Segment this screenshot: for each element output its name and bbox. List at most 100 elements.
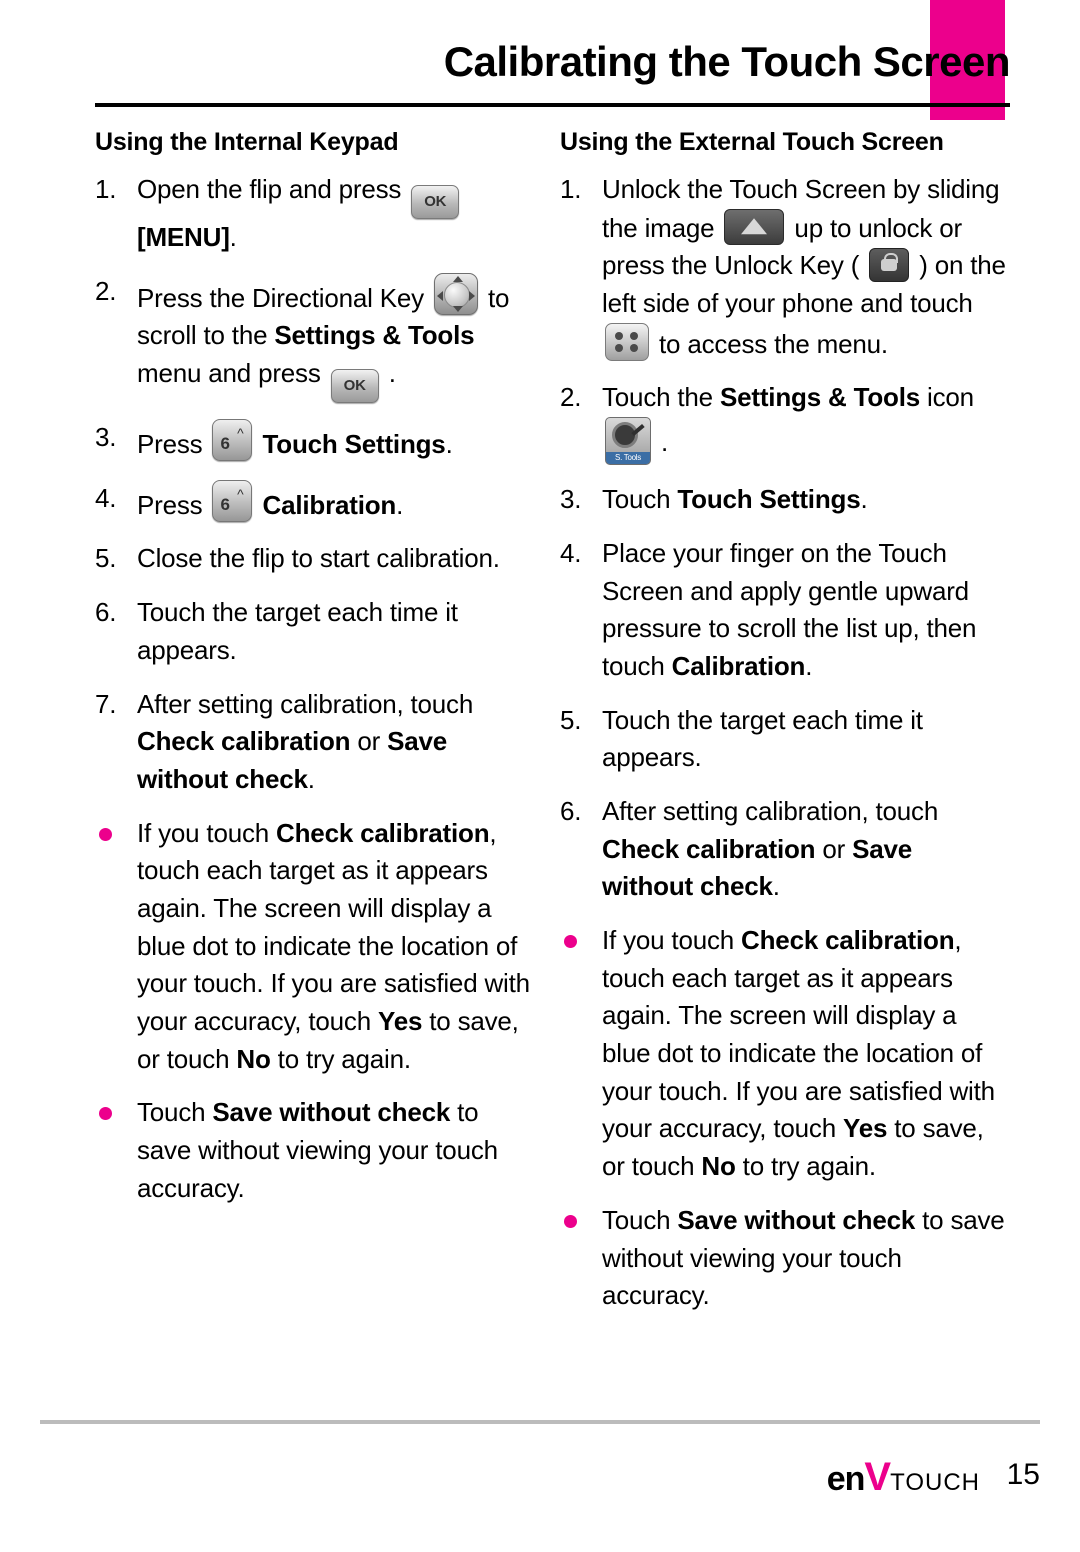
body-text: .: [307, 763, 315, 794]
emphasis-text: Calibration: [262, 489, 397, 520]
brand-logo: enVTOUCH: [827, 1455, 980, 1500]
body-text: .: [396, 489, 404, 520]
step-number: 2.: [560, 382, 582, 413]
emphasis-text: Check calibration: [741, 925, 955, 955]
body-text: Press: [137, 429, 210, 460]
emphasis-text: Save without check: [212, 1097, 451, 1128]
body-text: [255, 490, 262, 520]
ok-key-icon: OK: [411, 185, 460, 219]
body-text: icon: [919, 382, 974, 413]
step-number: 6.: [560, 795, 582, 826]
emphasis-text: Check calibration: [602, 833, 816, 864]
numbered-step: 6. Touch the target each time it appears.: [95, 594, 535, 669]
body-text: If you touch: [137, 817, 277, 848]
emphasis-text: Yes: [843, 1113, 888, 1144]
body-text: [255, 429, 262, 459]
manual-page: Calibrating the Touch Screen Using the I…: [0, 0, 1080, 1552]
slider-up-arrow-icon: [724, 208, 785, 245]
body-text: After setting calibration, touch: [602, 795, 939, 826]
body-text: Touch the: [602, 382, 720, 413]
step-number: 5.: [95, 543, 117, 574]
body-text: Open the flip and press: [137, 174, 409, 204]
body-text: If you touch: [602, 925, 742, 955]
body-text: to try again.: [270, 1043, 411, 1074]
footer-divider: [40, 1420, 1040, 1424]
body-text: .: [229, 222, 237, 252]
emphasis-text: Check calibration: [137, 726, 351, 757]
right-section-heading: Using the External Touch Screen: [560, 128, 944, 156]
number-6-key-icon: 6 ^: [212, 479, 253, 522]
body-text: .: [654, 427, 669, 458]
bullet-item: If you touch Check calibration, touch ea…: [95, 815, 535, 1079]
body-text: .: [445, 429, 453, 460]
left-bullet-list: If you touch Check calibration, touch ea…: [95, 815, 535, 1208]
page-title: Calibrating the Touch Screen: [443, 38, 1011, 85]
bullet-dot-icon: [564, 935, 577, 948]
bullet-item: If you touch Check calibration, touch ea…: [560, 922, 1010, 1186]
emphasis-text: Settings & Tools: [274, 320, 475, 351]
emphasis-text: Settings & Tools: [719, 382, 920, 413]
step-number: 6.: [95, 597, 117, 628]
brand-part1: en: [826, 1460, 866, 1498]
body-text: Touch: [137, 1097, 213, 1128]
step-number: 4.: [95, 482, 117, 513]
menu-grid-icon: [605, 322, 649, 361]
emphasis-text: Check calibration: [276, 817, 490, 848]
body-text: to try again.: [735, 1151, 876, 1182]
bullet-dot-icon: [99, 1107, 112, 1121]
body-text: , touch each target as it appears again.…: [137, 817, 530, 1036]
bullet-dot-icon: [99, 827, 112, 841]
numbered-step: 1. Open the flip and press OK [MENU].: [95, 171, 535, 257]
step-number: 1.: [560, 174, 582, 204]
step-number: 3.: [560, 484, 582, 515]
step-number: 1.: [95, 174, 117, 204]
body-text: After setting calibration, touch: [137, 688, 474, 719]
step-number: 2.: [95, 275, 117, 306]
numbered-step: 4. Press 6 ^ Calibration.: [95, 479, 535, 525]
bullet-item: Touch Save without check to save without…: [560, 1202, 1010, 1315]
body-text: Press: [137, 489, 210, 520]
body-text: Touch: [602, 1204, 678, 1235]
numbered-step: 5. Close the flip to start calibration.: [95, 540, 535, 578]
numbered-step: 3. Press 6 ^ Touch Settings.: [95, 419, 535, 464]
numbered-step: 5. Touch the target each time it appears.: [560, 702, 1010, 777]
body-text: or: [815, 833, 853, 864]
body-text: .: [860, 484, 868, 515]
body-text: or: [350, 726, 388, 757]
numbered-step: 2. Press the Directional Key to scroll to…: [95, 272, 535, 404]
emphasis-text: Touch Settings: [677, 484, 861, 515]
body-text: Press the Directional Key: [137, 282, 431, 313]
right-step-list: 1. Unlock the Touch Screen by sliding the…: [560, 171, 1010, 906]
emphasis-text: Save without check: [677, 1204, 916, 1235]
step-number: 4.: [560, 537, 582, 568]
left-column: Using the Internal Keypad 1. Open the fli…: [95, 128, 535, 1223]
numbered-step: 1. Unlock the Touch Screen by sliding the…: [560, 171, 1010, 363]
ok-key-icon: OK: [330, 369, 379, 404]
brand-part2: TOUCH: [890, 1469, 980, 1496]
step-number: 7.: [95, 688, 117, 719]
body-text: .: [381, 358, 396, 389]
numbered-step: 2. Touch the Settings & Tools icon S. Too…: [560, 379, 1010, 466]
emphasis-text: Touch Settings: [262, 429, 446, 460]
numbered-step: 4. Place your finger on the Touch Screen …: [560, 535, 1010, 686]
body-text: .: [805, 650, 813, 681]
settings-tools-icon: S. Tools: [605, 417, 651, 466]
body-text: Close the flip to start calibration.: [137, 543, 500, 574]
body-text: , touch each target as it appears again.…: [602, 925, 995, 1144]
emphasis-text: No: [236, 1043, 271, 1074]
numbered-step: 6. After setting calibration, touch Check…: [560, 793, 1010, 906]
step-number: 3.: [95, 422, 117, 453]
emphasis-text: [MENU]: [137, 222, 230, 252]
step-number: 5.: [560, 704, 582, 735]
emphasis-text: No: [701, 1151, 736, 1182]
directional-key-icon: [433, 272, 478, 315]
left-section-heading: Using the Internal Keypad: [95, 128, 399, 156]
right-column: Using the External Touch Screen 1. Unlock…: [560, 128, 1010, 1331]
numbered-step: 3. Touch Touch Settings.: [560, 481, 1010, 519]
bullet-dot-icon: [564, 1214, 577, 1228]
body-text: Touch: [602, 484, 678, 515]
body-text: to access the menu.: [652, 328, 888, 359]
right-bullet-list: If you touch Check calibration, touch ea…: [560, 922, 1010, 1315]
emphasis-text: Calibration: [671, 650, 806, 681]
page-number: 15: [1006, 1458, 1040, 1491]
